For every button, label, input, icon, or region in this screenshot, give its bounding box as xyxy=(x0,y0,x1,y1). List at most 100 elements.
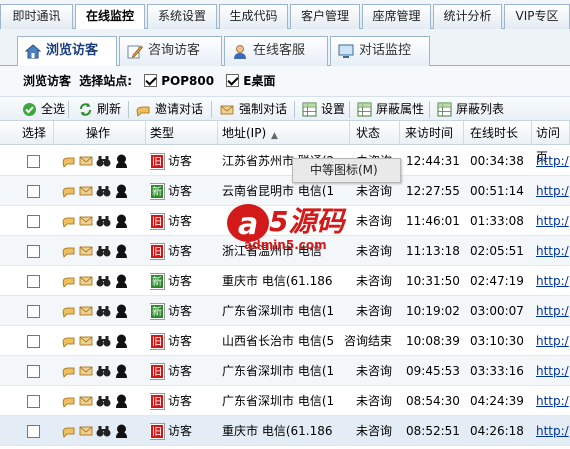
invite-chat-icon[interactable] xyxy=(62,304,76,318)
envelope-icon[interactable] xyxy=(79,424,93,438)
col-header-actions[interactable]: 操作 xyxy=(54,121,146,145)
row-checkbox[interactable] xyxy=(27,245,40,258)
subtab-browsing-visitors[interactable]: 浏览访客 xyxy=(17,36,117,67)
visit-page-link[interactable]: http:/ xyxy=(536,206,570,236)
invite-chat-button[interactable]: 邀请对话 xyxy=(135,100,203,119)
site-pop800-checkbox[interactable] xyxy=(144,74,158,87)
binoculars-icon[interactable] xyxy=(96,424,111,438)
select-all-button[interactable]: 全选 xyxy=(21,100,65,119)
envelope-icon[interactable] xyxy=(79,214,93,228)
invite-chat-icon[interactable] xyxy=(62,334,76,348)
settings-button[interactable]: 设置 xyxy=(301,100,345,119)
table-row[interactable]: 旧访客 广东省深圳市 电信(1 未咨询 08:54:30 04:24:39 http:/ xyxy=(0,386,570,416)
col-header-visit-time[interactable]: 来访时间 xyxy=(400,121,464,145)
col-header-select[interactable]: 选择 xyxy=(0,121,54,145)
visitor-profile-icon[interactable] xyxy=(115,394,128,408)
envelope-icon[interactable] xyxy=(79,334,93,348)
row-checkbox[interactable] xyxy=(27,215,40,228)
visitor-profile-icon[interactable] xyxy=(115,304,128,318)
invite-chat-icon[interactable] xyxy=(62,394,76,408)
visitor-profile-icon[interactable] xyxy=(115,424,128,438)
row-checkbox[interactable] xyxy=(27,365,40,378)
visit-page-link[interactable]: http:/ xyxy=(536,266,570,296)
col-header-status[interactable]: 状态 xyxy=(350,121,400,145)
col-header-type[interactable]: 类型 xyxy=(146,121,218,145)
tab-customer-management[interactable]: 客户管理 xyxy=(290,4,360,29)
subtab-chat-monitoring[interactable]: 对话监控 xyxy=(330,36,430,66)
tab-generate-code[interactable]: 生成代码 xyxy=(219,4,288,29)
visit-page-link[interactable]: http:/ xyxy=(536,296,570,326)
visitor-profile-icon[interactable] xyxy=(115,184,128,198)
table-row[interactable]: 旧访客江苏省苏州市 联通(2未咨询12:44:3100:34:38http:/ xyxy=(0,146,570,176)
visit-page-link[interactable]: http:/ xyxy=(536,386,570,416)
table-row[interactable]: 旧访客 山西省长治市 电信(5 咨询结束 10:08:39 03:10:30 http:/ xyxy=(0,326,570,356)
row-checkbox[interactable] xyxy=(27,185,40,198)
row-checkbox[interactable] xyxy=(27,275,40,288)
visitor-profile-icon[interactable] xyxy=(115,334,128,348)
envelope-icon[interactable] xyxy=(79,274,93,288)
tab-system-settings[interactable]: 系统设置 xyxy=(147,4,217,29)
visit-time-cell: 09:45:53 xyxy=(406,364,460,378)
visitor-profile-icon[interactable] xyxy=(115,154,128,168)
visit-page-link[interactable]: http:/ xyxy=(536,236,570,266)
row-checkbox[interactable] xyxy=(27,305,40,318)
envelope-icon[interactable] xyxy=(79,154,93,168)
subtab-consulting-visitors[interactable]: 咨询访客 xyxy=(119,36,222,66)
envelope-icon[interactable] xyxy=(79,394,93,408)
site-edesktop-checkbox[interactable] xyxy=(226,74,240,87)
row-checkbox[interactable] xyxy=(27,335,40,348)
col-header-visit-page[interactable]: 访问页 xyxy=(532,121,570,164)
binoculars-icon[interactable] xyxy=(96,334,111,348)
sort-ascending-icon: ▲ xyxy=(271,131,278,141)
binoculars-icon[interactable] xyxy=(96,214,111,228)
row-checkbox[interactable] xyxy=(27,425,40,438)
table-row[interactable]: 旧访客 广东省深圳市 电信(1 未咨询 09:45:53 03:33:16 http:/ xyxy=(0,356,570,386)
binoculars-icon[interactable] xyxy=(96,274,111,288)
tab-agent-management[interactable]: 座席管理 xyxy=(362,4,431,29)
visitor-profile-icon[interactable] xyxy=(115,274,128,288)
refresh-button[interactable]: 刷新 xyxy=(77,100,121,119)
visit-page-link[interactable]: http:/ xyxy=(536,416,570,446)
binoculars-icon[interactable] xyxy=(96,184,111,198)
visit-page-link[interactable]: http:/ xyxy=(536,326,570,356)
block-attributes-button[interactable]: 屏蔽属性 xyxy=(356,100,424,119)
table-row[interactable]: 旧访客 重庆市 电信(61.186 未咨询 08:52:51 04:26:18 http:… xyxy=(0,416,570,446)
visit-page-link[interactable]: http:/ xyxy=(536,146,570,176)
invite-chat-icon[interactable] xyxy=(62,274,76,288)
tab-online-monitoring[interactable]: 在线监控 xyxy=(75,4,145,30)
binoculars-icon[interactable] xyxy=(96,244,111,258)
row-checkbox[interactable] xyxy=(27,155,40,168)
envelope-icon[interactable] xyxy=(79,304,93,318)
table-row[interactable]: 新访客 广东省深圳市 电信(1 未咨询 10:19:02 03:00:07 http:/ xyxy=(0,296,570,326)
address-cell: 广东省深圳市 电信(1 xyxy=(222,364,335,378)
visitor-profile-icon[interactable] xyxy=(115,244,128,258)
col-header-online-duration[interactable]: 在线时长 xyxy=(464,121,532,145)
tab-statistics[interactable]: 统计分析 xyxy=(433,4,502,29)
binoculars-icon[interactable] xyxy=(96,154,111,168)
envelope-icon[interactable] xyxy=(79,364,93,378)
tab-instant-messaging[interactable]: 即时通讯 xyxy=(0,4,73,29)
visit-page-link[interactable]: http:/ xyxy=(536,176,570,206)
invite-chat-icon[interactable] xyxy=(62,364,76,378)
invite-chat-icon[interactable] xyxy=(62,244,76,258)
invite-chat-icon[interactable] xyxy=(62,424,76,438)
tab-vip-zone[interactable]: VIP专区 xyxy=(504,4,570,29)
invite-chat-icon[interactable] xyxy=(62,184,76,198)
binoculars-icon[interactable] xyxy=(96,394,111,408)
col-header-address[interactable]: 地址(IP) ▲ xyxy=(218,121,350,145)
envelope-icon[interactable] xyxy=(79,244,93,258)
visitor-profile-icon[interactable] xyxy=(115,214,128,228)
block-list-button[interactable]: 屏蔽列表 xyxy=(436,100,504,119)
subtab-online-service[interactable]: 在线客服 xyxy=(224,36,328,66)
binoculars-icon[interactable] xyxy=(96,364,111,378)
invite-chat-icon[interactable] xyxy=(62,214,76,228)
monitor-icon xyxy=(338,44,354,58)
visitor-profile-icon[interactable] xyxy=(115,364,128,378)
row-checkbox[interactable] xyxy=(27,395,40,408)
force-chat-button[interactable]: 强制对话 xyxy=(219,100,287,119)
table-row[interactable]: 新访客 重庆市 电信(61.186 未咨询 10:31:50 02:47:19 http:… xyxy=(0,266,570,296)
binoculars-icon[interactable] xyxy=(96,304,111,318)
envelope-icon[interactable] xyxy=(79,184,93,198)
invite-chat-icon[interactable] xyxy=(62,154,76,168)
visit-page-link[interactable]: http:/ xyxy=(536,356,570,386)
